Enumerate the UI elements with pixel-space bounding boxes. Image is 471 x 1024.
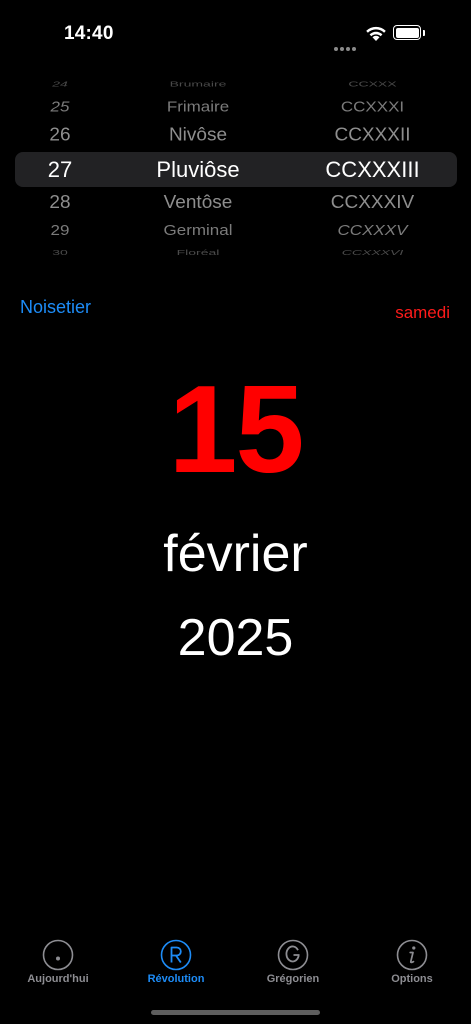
picker-month[interactable]: Germinal — [128, 222, 268, 241]
revolutionary-date-picker[interactable]: 24 Brumaire CCXXX 25 Frimaire CCXXXI 26 … — [0, 72, 471, 262]
picker-month[interactable]: Frimaire — [128, 98, 268, 117]
picker-month[interactable]: Ventôse — [128, 192, 268, 215]
cellular-signal-icon — [334, 38, 358, 51]
picker-year[interactable]: CCXXXI — [310, 98, 435, 117]
tab-options[interactable]: Options — [362, 936, 462, 992]
g-circle-icon — [277, 939, 309, 971]
dot-circle-icon — [42, 939, 74, 971]
picker-year-selected[interactable]: CCXXXIII — [310, 156, 435, 184]
tab-label: Révolution — [147, 973, 205, 985]
picker-day[interactable]: 26 — [40, 125, 80, 148]
home-indicator[interactable] — [151, 1010, 320, 1015]
picker-day[interactable]: 29 — [40, 222, 80, 241]
picker-day[interactable]: 28 — [40, 192, 80, 215]
tab-today[interactable]: Aujourd'hui — [8, 936, 108, 992]
status-bar: 14:40 — [0, 0, 471, 60]
status-time: 14:40 — [64, 23, 114, 44]
picker-row[interactable]: 25 Frimaire CCXXXI — [0, 96, 471, 118]
tab-bar: Aujourd'hui Révolution Grégorien Options — [0, 936, 471, 996]
tab-revolution[interactable]: Révolution — [126, 936, 226, 992]
gregorian-month: février — [163, 525, 308, 583]
gregorian-day: 15 — [168, 361, 305, 499]
picker-row[interactable]: 26 Nivôse CCXXXII — [0, 124, 471, 148]
picker-month[interactable]: Brumaire — [128, 80, 268, 89]
day-name-link[interactable]: Noisetier — [20, 297, 91, 318]
picker-day[interactable]: 24 — [40, 80, 80, 89]
picker-day-selected[interactable]: 27 — [40, 156, 80, 184]
gregorian-year: 2025 — [177, 609, 294, 667]
info-circle-icon — [396, 939, 428, 971]
picker-day[interactable]: 25 — [40, 98, 80, 117]
picker-year[interactable]: CCXXXII — [310, 125, 435, 148]
picker-row[interactable]: 29 Germinal CCXXXV — [0, 220, 471, 242]
tab-label: Grégorien — [266, 973, 320, 985]
picker-year[interactable]: CCXXXIV — [310, 192, 435, 215]
r-circle-icon — [160, 939, 192, 971]
tab-label: Aujourd'hui — [27, 973, 89, 985]
picker-month-selected[interactable]: Pluviôse — [128, 156, 268, 184]
picker-month[interactable]: Floréal — [128, 248, 268, 257]
picker-row[interactable]: 24 Brumaire CCXXX — [0, 76, 471, 92]
picker-row[interactable]: 30 Floréal CCXXXVI — [0, 244, 471, 260]
picker-year[interactable]: CCXXXV — [310, 222, 435, 241]
picker-day[interactable]: 30 — [40, 248, 80, 257]
picker-year[interactable]: CCXXX — [310, 80, 435, 89]
weekday-label: samedi — [395, 303, 450, 322]
picker-row-selected[interactable]: 27 Pluviôse CCXXXIII — [0, 156, 471, 184]
picker-month[interactable]: Nivôse — [128, 125, 268, 148]
tab-gregorian[interactable]: Grégorien — [243, 936, 343, 992]
battery-icon — [393, 25, 426, 42]
tab-label: Options — [391, 973, 433, 985]
picker-row[interactable]: 28 Ventôse CCXXXIV — [0, 191, 471, 215]
wifi-icon — [366, 26, 386, 41]
picker-year[interactable]: CCXXXVI — [310, 248, 435, 257]
